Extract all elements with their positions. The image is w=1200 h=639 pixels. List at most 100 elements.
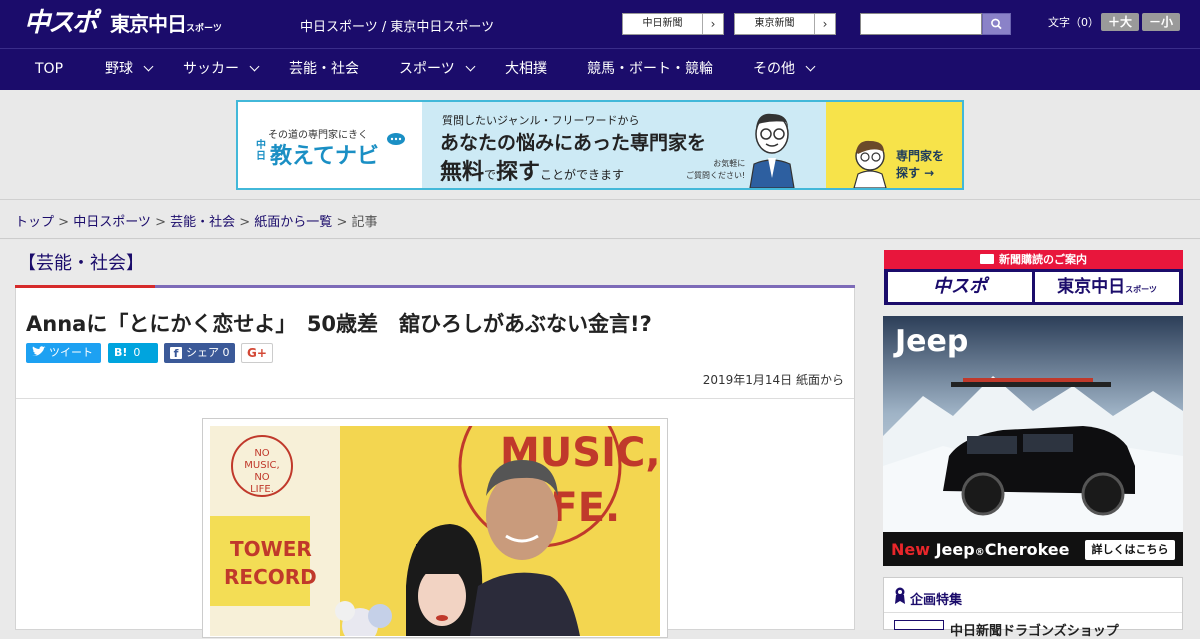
facebook-label: シェア [186,346,219,359]
facebook-share-button[interactable]: f シェア 0 [164,343,235,363]
breadcrumb-sep: > [235,215,255,230]
breadcrumb-current: 記事 [351,215,378,230]
nav-soccer[interactable]: サッカー [183,49,260,90]
svg-text:NO: NO [254,472,269,483]
nav-other[interactable]: その他 [753,49,816,90]
article-photo-frame: NO MUSIC, NO LIFE. TOWER RECORD MUSIC, L… [202,418,668,638]
jeep-logo: Jeep [895,324,969,359]
chevron-down-icon [465,61,476,72]
nav-baseball[interactable]: 野球 [105,49,154,90]
jeep-cherokee-ad[interactable]: Jeep New Jeep®Cherokee 詳しくはこちら [883,316,1183,566]
special-features-header: 企画特集 [884,578,1182,613]
font-size-label: 文字（0） [1048,16,1099,29]
chevron-down-icon [143,61,154,72]
banner-cta-1: 専門家を [896,149,945,163]
subscribe-tokyo-link[interactable]: 東京中日スポーツ [1035,272,1179,302]
banner-search: 探す [496,160,541,185]
main-nav: TOP 野球 サッカー 芸能・社会 スポーツ 大相撲 競馬・ボート・競輪 その他 [0,48,1200,90]
banner-line-1: 質問したいジャンル・フリーワードから [442,114,640,127]
search-input[interactable] [860,13,982,35]
subscribe-chuspo-link[interactable]: 中スポ [888,272,1032,302]
main-content: 【芸能・社会】 Annaに「とにかく恋せよ」 50歳差 舘ひろしがあぶない金言!… [0,240,1200,639]
tweet-label: ツイート [49,346,93,359]
article-headline: Annaに「とにかく恋せよ」 50歳差 舘ひろしがあぶない金言!? [26,312,652,336]
tokyo-shimbun-link[interactable]: 東京新聞 › [734,13,836,35]
special-item-thumbnail[interactable] [894,620,944,630]
ribbon-icon [895,587,905,604]
breadcrumb-print-list[interactable]: 紙面から一覧 [254,215,332,230]
svg-text:MUSIC,: MUSIC, [244,460,279,471]
hatena-icon: B! [114,346,128,359]
chevron-right-icon: › [822,17,828,31]
jeep-model: Cherokee [984,540,1070,559]
breadcrumb: トップ > 中日スポーツ > 芸能・社会 > 紙面から一覧 > 記事 [15,211,378,230]
chuspo-logo[interactable]: 中スポ [24,8,100,38]
tokyo-shimbun-label: 東京新聞 [735,14,815,34]
facebook-count: 0 [222,346,230,359]
banner-cta: 専門家を 探す → [896,148,944,182]
nav-label: TOP [35,61,64,77]
subscribe-tokyo-text: 東京中日 [1057,277,1126,297]
chunichi-shimbun-label: 中日新聞 [623,14,703,34]
banner-can: ことができます [540,168,625,182]
nav-top[interactable]: TOP [35,49,63,90]
font-smaller-button[interactable]: －小 [1142,13,1180,31]
nav-sumo[interactable]: 大相撲 [505,49,547,90]
banner-line-3: 無料で探すことができます [440,154,624,186]
tokyo-logo-text: 東京中日 [110,12,187,36]
svg-text:NO: NO [254,448,269,459]
font-larger-button[interactable]: ＋大 [1101,13,1139,31]
article-photo[interactable]: NO MUSIC, NO LIFE. TOWER RECORD MUSIC, L… [210,426,660,636]
oshiete-navi-banner[interactable]: その道の専門家にきく 中日 教えてナビ 質問したいジャンル・フリーワードから あ… [236,100,964,190]
nav-label: 野球 [105,61,133,77]
breadcrumb-top[interactable]: トップ [15,215,54,230]
jeep-new: New [891,540,936,559]
thinking-person-illustration [853,140,887,188]
special-features-box: 企画特集 中日新聞ドラゴンズショップ [883,577,1183,639]
breadcrumb-bar: トップ > 中日スポーツ > 芸能・社会 > 紙面から一覧 > 記事 [0,200,1200,239]
special-features-title: 企画特集 [910,593,963,608]
jeep-brand: Jeep [935,540,975,559]
tweet-button[interactable]: ツイート [26,343,101,363]
banner-area: その道の専門家にきく 中日 教えてナビ 質問したいジャンル・フリーワードから あ… [0,90,1200,200]
category-title: 【芸能・社会】 [18,253,144,274]
chevron-down-icon [805,61,816,72]
article-photo-image: NO MUSIC, NO LIFE. TOWER RECORD MUSIC, L… [210,426,660,636]
banner-message-panel: 質問したいジャンル・フリーワードから あなたの悩みにあった専門家を 無料で探すこ… [422,102,826,188]
newspaper-icon [980,254,994,264]
nav-racing[interactable]: 競馬・ボート・競輪 [587,49,713,90]
facebook-icon: f [170,347,182,360]
article-date: 2019年1月14日 紙面から [702,373,844,387]
banner-free: 無料 [440,160,485,185]
svg-text:RECORD: RECORD [224,565,317,589]
nav-label: 競馬・ボート・競輪 [587,61,713,77]
subscription-title: 新聞購読のご案内 [999,253,1087,266]
nav-label: サッカー [183,61,239,77]
chunichi-shimbun-link[interactable]: 中日新聞 › [622,13,724,35]
jeep-ad-headline: New Jeep®Cherokee [891,540,1069,559]
svg-text:TOWER: TOWER [230,537,312,561]
jeep-reg: ® [974,547,985,558]
chevron-down-icon [249,61,260,72]
banner-de: で [484,168,497,182]
nav-label: 芸能・社会 [289,61,359,77]
tokyo-chunichi-logo[interactable]: 東京中日スポーツ [110,12,222,38]
banner-line-2: あなたの悩みにあった専門家を [440,132,707,154]
nav-entertainment[interactable]: 芸能・社会 [289,49,359,90]
nav-sports[interactable]: スポーツ [399,49,476,90]
expert-illustration [749,113,795,188]
banner-logo-panel: その道の専門家にきく 中日 教えてナビ [238,102,422,188]
breadcrumb-chuspo[interactable]: 中日スポーツ [73,215,151,230]
jeep-details-button[interactable]: 詳しくはこちら [1085,540,1175,560]
search-icon [991,18,1002,30]
subscription-header: 新聞購読のご案内 [884,250,1183,269]
breadcrumb-entertainment[interactable]: 芸能・社会 [170,215,235,230]
article-card: Annaに「とにかく恋せよ」 50歳差 舘ひろしがあぶない金言!? ツイート B… [15,288,855,638]
subscribe-tokyo-sub: スポーツ [1125,285,1157,294]
hatena-bookmark-button[interactable]: B! 0 [108,343,158,363]
breadcrumb-sep: > [150,215,171,230]
google-plus-button[interactable]: G+ [241,343,273,363]
breadcrumb-sep: > [54,215,74,230]
banner-note: お気軽に ご質問ください! [686,158,745,182]
search-button[interactable] [982,13,1011,35]
